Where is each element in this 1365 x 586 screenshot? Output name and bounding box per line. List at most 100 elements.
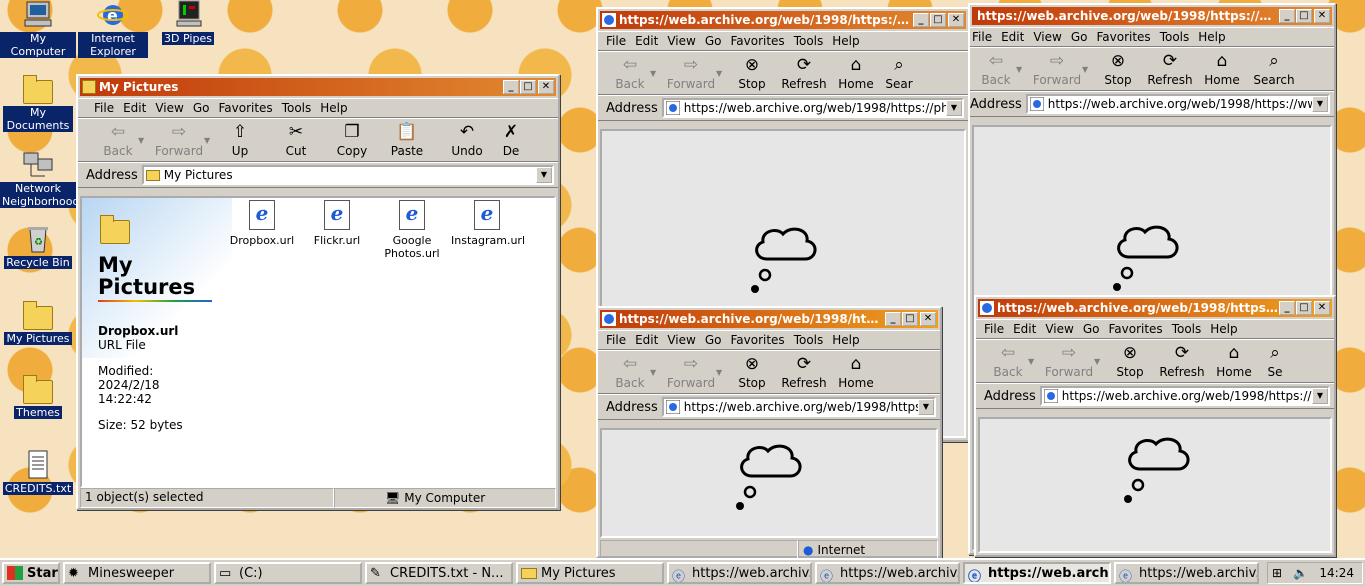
- chevron-down-icon[interactable]: ▼: [650, 69, 660, 78]
- desktop-icon-my-computer[interactable]: My Computer: [0, 0, 76, 58]
- minimize-button[interactable]: _: [913, 13, 929, 27]
- close-button[interactable]: ✕: [538, 80, 554, 94]
- home-button[interactable]: ⌂ Home: [830, 354, 882, 390]
- menu-go[interactable]: Go: [1071, 30, 1088, 44]
- tray-network-icon[interactable]: ⊞: [1272, 566, 1282, 580]
- file-item[interactable]: e Dropbox.url: [226, 200, 298, 247]
- start-button[interactable]: Start: [2, 562, 60, 584]
- refresh-button[interactable]: ⟳ Refresh: [778, 55, 830, 91]
- address-input[interactable]: https://web.archive.org/web/1998/https: ▼: [661, 397, 936, 417]
- taskbar-button-ie-4[interactable]: ⓔ https://web.archiv...: [1114, 562, 1259, 584]
- chevron-down-icon[interactable]: ▼: [204, 136, 214, 145]
- undo-button[interactable]: ↶ Undo: [436, 122, 498, 158]
- forward-button[interactable]: ⇨ Forward: [660, 55, 722, 91]
- menu-view[interactable]: View: [155, 101, 183, 115]
- home-button[interactable]: ⌂ Home: [1208, 343, 1260, 379]
- menu-help[interactable]: Help: [832, 333, 859, 347]
- menu-edit[interactable]: Edit: [635, 333, 658, 347]
- delete-button[interactable]: ✗ De: [498, 122, 524, 158]
- menu-view[interactable]: View: [1033, 30, 1061, 44]
- close-button[interactable]: ✕: [1314, 9, 1330, 23]
- forward-button[interactable]: ⇨ Forward: [1026, 51, 1088, 87]
- page-content[interactable]: [600, 428, 938, 538]
- menu-edit[interactable]: Edit: [123, 101, 146, 115]
- minimize-button[interactable]: _: [885, 312, 901, 326]
- chevron-down-icon[interactable]: ▼: [536, 167, 552, 183]
- menu-favorites[interactable]: Favorites: [218, 101, 272, 115]
- chevron-down-icon[interactable]: ▼: [946, 100, 962, 116]
- paste-button[interactable]: 📋 Paste: [378, 122, 436, 158]
- maximize-button[interactable]: □: [520, 80, 536, 94]
- menu-view[interactable]: View: [667, 34, 695, 48]
- desktop-icon-network-neighborhood[interactable]: Network Neighborhood: [0, 150, 79, 208]
- menu-tools[interactable]: Tools: [794, 333, 824, 347]
- address-input[interactable]: My Pictures ▼: [141, 165, 554, 185]
- chevron-down-icon[interactable]: ▼: [1016, 65, 1026, 74]
- home-button[interactable]: ⌂ Home: [1196, 51, 1248, 87]
- desktop-icon-internet-explorer[interactable]: e Internet Explorer: [75, 0, 151, 58]
- menu-help[interactable]: Help: [1210, 322, 1237, 336]
- taskbar-button-ie-2[interactable]: ⓔ https://web.archiv...: [815, 562, 960, 584]
- up-button[interactable]: ⇧ Up: [214, 122, 266, 158]
- maximize-button[interactable]: □: [1296, 9, 1312, 23]
- chevron-down-icon[interactable]: ▼: [1028, 357, 1038, 366]
- menu-go[interactable]: Go: [705, 34, 722, 48]
- menu-file[interactable]: File: [606, 333, 626, 347]
- stop-button[interactable]: ⊗ Stop: [1104, 343, 1156, 379]
- chevron-down-icon[interactable]: ▼: [716, 69, 726, 78]
- minimize-button[interactable]: _: [503, 80, 519, 94]
- menu-edit[interactable]: Edit: [1001, 30, 1024, 44]
- desktop-icon-themes[interactable]: Themes: [0, 375, 76, 419]
- desktop-icon-my-pictures[interactable]: My Pictures: [0, 301, 76, 345]
- forward-button[interactable]: ⇨ Forward: [148, 122, 210, 158]
- clock[interactable]: 14:24: [1319, 566, 1354, 580]
- menu-favorites[interactable]: Favorites: [730, 333, 784, 347]
- refresh-button[interactable]: ⟳ Refresh: [1156, 343, 1208, 379]
- menu-file[interactable]: File: [94, 101, 114, 115]
- refresh-button[interactable]: ⟳ Refresh: [1144, 51, 1196, 87]
- chevron-down-icon[interactable]: ▼: [138, 136, 148, 145]
- ie-window-middle[interactable]: https://web.archive.org/web/1998/https:/…: [596, 306, 942, 560]
- menu-favorites[interactable]: Favorites: [1096, 30, 1150, 44]
- close-button[interactable]: ✕: [948, 13, 964, 27]
- back-button[interactable]: ⇦ Back: [604, 55, 656, 91]
- maximize-button[interactable]: □: [1296, 301, 1312, 315]
- chevron-down-icon[interactable]: ▼: [918, 399, 934, 415]
- back-button[interactable]: ⇦ Back: [604, 354, 656, 390]
- taskbar-button-minesweeper[interactable]: ✹ Minesweeper: [63, 562, 211, 584]
- menu-edit[interactable]: Edit: [635, 34, 658, 48]
- ie-window-lower-right[interactable]: https://web.archive.org/web/1998/https:/…: [974, 295, 1336, 557]
- desktop-icon-recycle-bin[interactable]: ♻ Recycle Bin: [0, 224, 76, 269]
- menu-tools[interactable]: Tools: [1160, 30, 1190, 44]
- title-bar[interactable]: My Pictures _ □ ✕: [80, 78, 556, 96]
- menu-view[interactable]: View: [1045, 322, 1073, 336]
- address-input[interactable]: https://web.archive.org/web/1998/https:/…: [1025, 94, 1330, 114]
- maximize-button[interactable]: □: [930, 13, 946, 27]
- copy-button[interactable]: ❐ Copy: [326, 122, 378, 158]
- cut-button[interactable]: ✂ Cut: [266, 122, 326, 158]
- search-button[interactable]: ⌕ Search: [1248, 51, 1300, 87]
- menu-help[interactable]: Help: [1198, 30, 1225, 44]
- menu-tools[interactable]: Tools: [1172, 322, 1202, 336]
- chevron-down-icon[interactable]: ▼: [1082, 65, 1092, 74]
- folder-view[interactable]: My Pictures Dropbox.url URL File Modified…: [80, 196, 556, 488]
- home-button[interactable]: ⌂ Home: [830, 55, 882, 91]
- menu-tools[interactable]: Tools: [794, 34, 824, 48]
- refresh-button[interactable]: ⟳ Refresh: [778, 354, 830, 390]
- stop-button[interactable]: ⊗ Stop: [726, 55, 778, 91]
- back-button[interactable]: ⇦ Back: [982, 343, 1034, 379]
- menu-favorites[interactable]: Favorites: [730, 34, 784, 48]
- close-button[interactable]: ✕: [920, 312, 936, 326]
- taskbar-button-ie-1[interactable]: ⓔ https://web.archiv...: [667, 562, 812, 584]
- chevron-down-icon[interactable]: ▼: [716, 368, 726, 377]
- file-item[interactable]: e Flickr.url: [301, 200, 373, 247]
- menu-go[interactable]: Go: [193, 101, 210, 115]
- close-button[interactable]: ✕: [1314, 301, 1330, 315]
- back-button[interactable]: ⇦ Back: [92, 122, 144, 158]
- volume-icon[interactable]: 🔈: [1293, 566, 1308, 580]
- address-input[interactable]: https://web.archive.org/web/1998/https:/…: [661, 98, 964, 118]
- taskbar-button-ie-3[interactable]: ⓔ https://web.arch...: [963, 562, 1111, 584]
- title-bar[interactable]: https://web.archive.org/web/1998/https:/…: [600, 310, 938, 328]
- desktop-icon-3d-pipes[interactable]: 3D Pipes: [150, 0, 226, 45]
- back-button[interactable]: ⇦ Back: [970, 51, 1022, 87]
